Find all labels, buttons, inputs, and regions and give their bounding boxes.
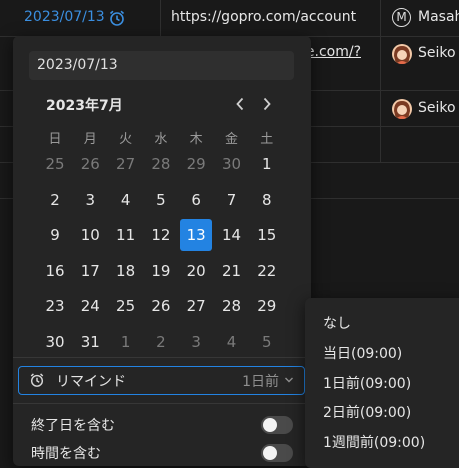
menu-item-same-day[interactable]: 当日(09:00) — [323, 343, 402, 363]
calendar-day[interactable]: 23 — [39, 290, 71, 322]
weekday-header: 日 — [48, 132, 62, 147]
date-cell-link[interactable]: 2023/07/13 — [24, 9, 105, 25]
calendar-day[interactable]: 25 — [110, 290, 142, 322]
calendar-day[interactable]: 13 — [180, 219, 213, 251]
divider — [13, 403, 311, 404]
avatar — [392, 99, 412, 119]
calendar-day[interactable]: 31 — [74, 326, 106, 358]
avatar — [392, 44, 412, 64]
calendar-day[interactable]: 3 — [74, 184, 106, 216]
calendar-day[interactable]: 8 — [251, 184, 283, 216]
calendar-day[interactable]: 25 — [39, 148, 71, 180]
include-time-toggle[interactable] — [261, 444, 293, 462]
reminder-options-menu: なし 当日(09:00) 1日前(09:00) 2日前(09:00) 1週間前(… — [305, 298, 459, 468]
calendar-day[interactable]: 4 — [216, 326, 248, 358]
calendar-day[interactable]: 22 — [251, 255, 283, 287]
calendar-day[interactable]: 5 — [251, 326, 283, 358]
table-row[interactable]: 2023/07/13 https://gopro.com/account M M… — [0, 0, 459, 37]
calendar-day[interactable]: 10 — [74, 219, 106, 251]
calendar-day[interactable]: 12 — [145, 219, 177, 251]
person-name: Seiko — [418, 45, 456, 61]
include-time-row: 時間を含む — [31, 441, 293, 465]
date-picker-popover: 2023/07/13 2023年7月 日月火水木金土 25 26 27 28 29 30 1 2… — [13, 36, 311, 466]
reminder-value: 1日前 — [242, 374, 279, 390]
calendar-day[interactable]: 19 — [145, 255, 177, 287]
calendar-day[interactable]: 26 — [145, 290, 177, 322]
calendar-day[interactable]: 11 — [110, 219, 142, 251]
month-label: 2023年7月 — [46, 98, 123, 114]
calendar-day[interactable]: 3 — [180, 326, 212, 358]
calendar-day[interactable]: 16 — [39, 255, 71, 287]
person-name: Masahiro — [418, 9, 459, 25]
chevron-left-icon[interactable] — [231, 94, 249, 114]
calendar-day[interactable]: 21 — [216, 255, 248, 287]
calendar-day[interactable]: 9 — [39, 219, 71, 251]
calendar-day[interactable]: 29 — [180, 148, 212, 180]
divider — [13, 357, 311, 358]
calendar-day[interactable]: 18 — [110, 255, 142, 287]
calendar-day[interactable]: 6 — [180, 184, 212, 216]
weekday-header: 水 — [154, 132, 168, 147]
calendar-day[interactable]: 28 — [145, 148, 177, 180]
chevron-right-icon[interactable] — [258, 94, 276, 114]
calendar-day[interactable]: 4 — [110, 184, 142, 216]
calendar-day[interactable]: 20 — [180, 255, 212, 287]
weekday-header: 月 — [83, 132, 97, 147]
calendar-day[interactable]: 24 — [74, 290, 106, 322]
menu-item-1-day-before[interactable]: 1日前(09:00) — [323, 373, 411, 393]
alarm-clock-icon — [30, 373, 44, 387]
weekday-header: 火 — [119, 132, 133, 147]
calendar-day[interactable]: 7 — [216, 184, 248, 216]
reminder-dropdown[interactable]: リマインド 1日前 — [18, 366, 305, 395]
calendar-day[interactable]: 2 — [145, 326, 177, 358]
calendar-day[interactable]: 27 — [110, 148, 142, 180]
calendar-day[interactable]: 2 — [39, 184, 71, 216]
alarm-clock-icon — [109, 10, 125, 26]
date-input[interactable]: 2023/07/13 — [29, 51, 294, 80]
chevron-down-icon — [285, 377, 293, 383]
menu-item-1-week-before[interactable]: 1週間前(09:00) — [323, 432, 425, 452]
menu-item-2-days-before[interactable]: 2日前(09:00) — [323, 402, 411, 422]
calendar-day[interactable]: 1 — [110, 326, 142, 358]
avatar: M — [392, 8, 411, 27]
calendar-day[interactable]: 17 — [74, 255, 106, 287]
calendar-day[interactable]: 1 — [251, 148, 283, 180]
calendar-day[interactable]: 28 — [216, 290, 248, 322]
calendar-day[interactable]: 5 — [145, 184, 177, 216]
calendar-day[interactable]: 30 — [216, 148, 248, 180]
calendar-day[interactable]: 30 — [39, 326, 71, 358]
toggle-knob — [263, 446, 277, 460]
include-end-date-row: 終了日を含む — [31, 413, 293, 437]
weekday-header: 木 — [189, 132, 203, 147]
calendar-day[interactable]: 26 — [74, 148, 106, 180]
calendar-day[interactable]: 29 — [251, 290, 283, 322]
calendar-day[interactable]: 27 — [180, 290, 212, 322]
menu-item-none[interactable]: なし — [323, 313, 351, 333]
weekday-header: 金 — [224, 132, 238, 147]
weekday-header: 土 — [260, 132, 274, 147]
person-cell[interactable] — [380, 126, 459, 162]
include-end-date-toggle[interactable] — [261, 416, 293, 434]
calendar-day[interactable]: 15 — [251, 219, 283, 251]
include-time-label: 時間を含む — [31, 446, 101, 462]
url-link[interactable]: https://gopro.com/account — [171, 9, 356, 25]
person-name: Seiko — [418, 100, 456, 116]
include-end-date-label: 終了日を含む — [31, 418, 115, 434]
reminder-label: リマインド — [56, 374, 126, 390]
toggle-knob — [263, 418, 277, 432]
calendar-day[interactable]: 14 — [216, 219, 248, 251]
